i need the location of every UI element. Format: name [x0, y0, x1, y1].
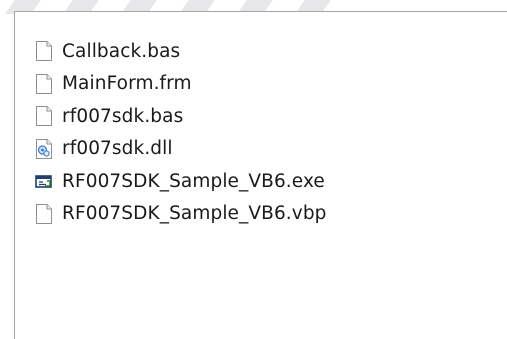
blank-document-icon: [34, 203, 54, 225]
file-name: rf007sdk.bas: [62, 105, 184, 127]
file-item-mainform-frm[interactable]: MainForm.frm: [34, 68, 327, 101]
file-item-rf007sdk-sample-vb6-vbp[interactable]: RF007SDK_Sample_VB6.vbp: [34, 198, 327, 231]
dll-gear-document-icon: [34, 138, 54, 160]
blank-document-icon: [34, 40, 54, 62]
file-name: rf007sdk.dll: [62, 138, 173, 160]
application-window-icon: [34, 170, 54, 192]
file-name: Callback.bas: [62, 40, 181, 62]
screenshot-stage: Callback.bas MainForm.frm rf007sdk.bas r…: [0, 0, 507, 339]
file-item-rf007sdk-sample-vb6-exe[interactable]: RF007SDK_Sample_VB6.exe: [34, 165, 327, 198]
file-name: RF007SDK_Sample_VB6.exe: [62, 170, 325, 192]
file-name: MainForm.frm: [62, 73, 192, 95]
file-item-rf007sdk-bas[interactable]: rf007sdk.bas: [34, 100, 327, 133]
blank-document-icon: [34, 105, 54, 127]
file-list: Callback.bas MainForm.frm rf007sdk.bas r…: [34, 35, 327, 230]
file-item-callback-bas[interactable]: Callback.bas: [34, 35, 327, 68]
file-item-rf007sdk-dll[interactable]: rf007sdk.dll: [34, 133, 327, 166]
file-name: RF007SDK_Sample_VB6.vbp: [62, 203, 327, 225]
blank-document-icon: [34, 73, 54, 95]
